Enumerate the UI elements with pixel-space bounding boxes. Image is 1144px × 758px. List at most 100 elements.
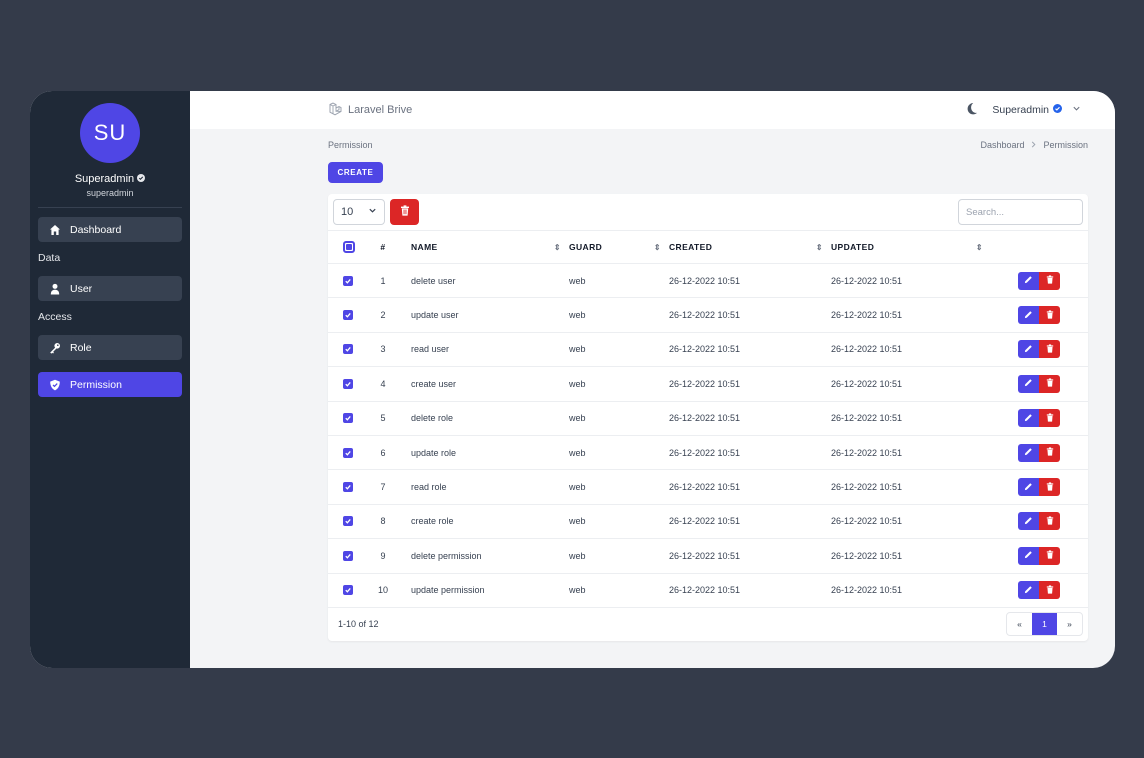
delete-button[interactable] xyxy=(1039,306,1060,325)
row-created: 26-12-2022 10:51 xyxy=(669,366,831,402)
pagination-prev[interactable]: « xyxy=(1007,613,1032,635)
row-checkbox[interactable] xyxy=(343,413,353,424)
edit-button[interactable] xyxy=(1018,546,1039,565)
delete-button[interactable] xyxy=(1039,581,1060,600)
row-name: read role xyxy=(411,469,569,505)
header-created[interactable]: CREATED ⇕ xyxy=(669,230,831,264)
chevron-right-icon xyxy=(1030,140,1037,150)
chevron-down-icon xyxy=(1072,104,1081,116)
user-menu[interactable]: Superadmin xyxy=(992,104,1081,116)
sidebar-item-permission[interactable]: Permission xyxy=(38,372,182,397)
trash-icon xyxy=(400,203,410,221)
row-checkbox[interactable] xyxy=(343,447,353,458)
row-checkbox[interactable] xyxy=(343,482,353,493)
pencil-icon xyxy=(1024,585,1033,596)
delete-button[interactable] xyxy=(1039,546,1060,565)
section-label-access: Access xyxy=(38,311,72,323)
moon-icon[interactable] xyxy=(965,102,978,118)
brand[interactable]: Laravel Brive xyxy=(328,101,412,119)
profile-username: superadmin xyxy=(86,188,134,198)
search-input[interactable] xyxy=(958,199,1083,225)
row-checkbox[interactable] xyxy=(343,310,353,321)
header-created-label: CREATED xyxy=(669,242,713,252)
row-created: 26-12-2022 10:51 xyxy=(669,332,831,368)
row-checkbox[interactable] xyxy=(343,378,353,389)
edit-button[interactable] xyxy=(1018,409,1039,428)
edit-button[interactable] xyxy=(1018,306,1039,325)
header-select-all[interactable] xyxy=(328,230,366,264)
pencil-icon xyxy=(1024,310,1033,321)
table-row: 4 create user web 26-12-2022 10:51 26-12-202… xyxy=(328,366,1088,402)
per-page-select[interactable]: 10 xyxy=(333,199,385,225)
chevron-down-icon xyxy=(368,206,377,218)
per-page-value: 10 xyxy=(341,206,354,218)
edit-button[interactable] xyxy=(1018,512,1039,531)
sidebar-item-dashboard[interactable]: Dashboard xyxy=(38,217,182,242)
row-updated: 26-12-2022 10:51 xyxy=(831,401,991,436)
header-guard[interactable]: GUARD ⇕ xyxy=(569,230,669,264)
sidebar-item-role[interactable]: Role xyxy=(38,335,182,360)
delete-button[interactable] xyxy=(1039,409,1060,428)
row-actions xyxy=(991,366,1088,402)
row-checkbox[interactable] xyxy=(343,550,353,561)
table-row: 5 delete role web 26-12-2022 10:51 26-12-202… xyxy=(328,401,1088,436)
row-created: 26-12-2022 10:51 xyxy=(669,538,831,574)
pagination-page-1[interactable]: 1 xyxy=(1032,613,1057,636)
row-checkbox-cell xyxy=(328,504,366,540)
trash-icon xyxy=(1046,516,1054,527)
sort-icon: ⇕ xyxy=(553,242,561,252)
row-created: 26-12-2022 10:51 xyxy=(669,573,831,608)
row-checkbox[interactable] xyxy=(343,275,353,286)
row-created: 26-12-2022 10:51 xyxy=(669,263,831,299)
row-name: update user xyxy=(411,297,569,333)
bulk-delete-button[interactable] xyxy=(390,199,419,225)
breadcrumb-dashboard[interactable]: Dashboard xyxy=(980,140,1024,150)
row-guard: web xyxy=(569,435,669,471)
row-actions xyxy=(991,332,1088,368)
trash-icon xyxy=(1046,344,1054,355)
row-checkbox[interactable] xyxy=(343,344,353,355)
row-guard: web xyxy=(569,263,669,299)
key-icon xyxy=(49,342,61,354)
edit-button[interactable] xyxy=(1018,581,1039,600)
topbar: Laravel Brive Superadmin xyxy=(190,91,1115,129)
delete-button[interactable] xyxy=(1039,478,1060,497)
delete-button[interactable] xyxy=(1039,443,1060,462)
edit-button[interactable] xyxy=(1018,374,1039,393)
delete-button[interactable] xyxy=(1039,374,1060,393)
row-checkbox[interactable] xyxy=(343,585,353,596)
breadcrumb-permission: Permission xyxy=(1043,140,1088,150)
pagination-next[interactable]: » xyxy=(1057,613,1082,635)
delete-button[interactable] xyxy=(1039,512,1060,531)
table-body: 1 delete user web 26-12-2022 10:51 26-12-202… xyxy=(328,263,1088,608)
edit-button[interactable] xyxy=(1018,478,1039,497)
avatar[interactable]: SU xyxy=(80,103,140,163)
delete-button[interactable] xyxy=(1039,340,1060,359)
edit-button[interactable] xyxy=(1018,271,1039,290)
select-all-checkbox[interactable] xyxy=(343,241,355,253)
header-updated[interactable]: UPDATED ⇕ xyxy=(831,230,991,264)
profile-name: Superadmin xyxy=(30,173,190,185)
row-checkbox-cell xyxy=(328,297,366,333)
row-updated: 26-12-2022 10:51 xyxy=(831,504,991,540)
header-updated-label: UPDATED xyxy=(831,242,875,252)
edit-button[interactable] xyxy=(1018,340,1039,359)
row-checkbox[interactable] xyxy=(343,516,353,527)
page-title: Permission xyxy=(328,140,373,150)
verified-badge-icon xyxy=(137,173,146,185)
header-name-label: NAME xyxy=(411,242,438,252)
header-name[interactable]: NAME ⇕ xyxy=(411,230,569,264)
delete-button[interactable] xyxy=(1039,271,1060,290)
trash-icon xyxy=(1046,550,1054,561)
trash-icon xyxy=(1046,413,1054,424)
row-updated: 26-12-2022 10:51 xyxy=(831,538,991,574)
row-actions xyxy=(991,263,1088,299)
table-row: 3 read user web 26-12-2022 10:51 26-12-2022 … xyxy=(328,332,1088,368)
pencil-icon xyxy=(1024,275,1033,286)
sidebar-item-label: Role xyxy=(70,341,92,354)
sidebar-item-user[interactable]: User xyxy=(38,276,182,301)
row-actions xyxy=(991,469,1088,505)
edit-button[interactable] xyxy=(1018,443,1039,462)
create-button[interactable]: CREATE xyxy=(328,162,383,183)
row-created: 26-12-2022 10:51 xyxy=(669,401,831,436)
